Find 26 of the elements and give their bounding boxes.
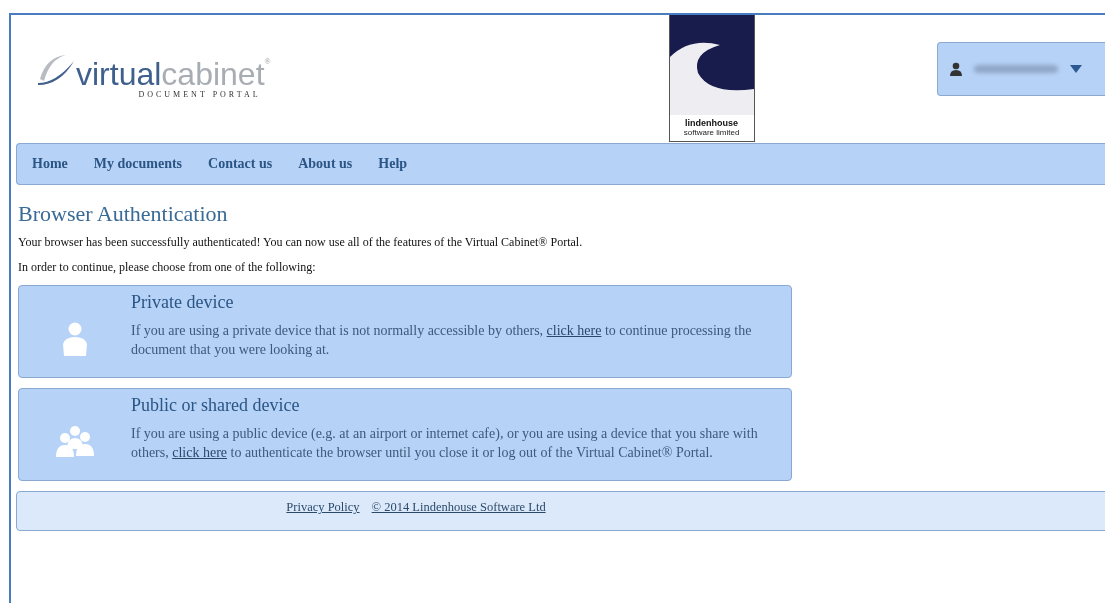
user-icon	[950, 62, 962, 76]
user-menu[interactable]	[937, 42, 1105, 96]
people-icon	[55, 424, 95, 459]
partner-logo: lindenhouse software limited	[668, 15, 755, 142]
footer-link[interactable]: Privacy Policy	[286, 500, 360, 530]
nav-link[interactable]: About us	[298, 156, 353, 172]
option-title: Private device	[131, 292, 235, 313]
logo-tagline: DOCUMENT PORTAL	[138, 90, 261, 99]
logo-text: virtual	[76, 58, 162, 90]
logo-text: cabinet	[161, 58, 265, 90]
option-description: If you are using a public device (e.g. at an airport or internet cafe), or you are using a device that you share with others, click here to authenticate the browser until you close it or log out of the Virtual Cabinet® Portal.	[131, 425, 759, 462]
nav-link[interactable]: Home	[32, 156, 68, 172]
nav-link[interactable]: Help	[378, 156, 408, 172]
option-description: If you are using a private device that is not normally accessible by others, click here to continue processing the document that you were looking at.	[131, 322, 753, 359]
caret-icon	[1070, 65, 1082, 73]
paragraph: Your browser has been successfully authenticated! You can now use all of the features of the Virtual Cabinet® Portal.	[18, 235, 584, 250]
registered-mark: ®	[264, 58, 271, 66]
nav-link[interactable]: My documents	[93, 156, 183, 172]
paragraph: In order to continue, please choose from one of the following:	[18, 260, 317, 275]
page-title: Browser Authentication	[18, 201, 229, 227]
footer-link[interactable]: © 2014 Lindenhouse Software Ltd	[371, 500, 546, 530]
person-icon	[61, 321, 89, 356]
option-title: Public or shared device	[131, 395, 301, 416]
click-here-link[interactable]: click here	[546, 323, 602, 338]
nav-link[interactable]: Contact us	[208, 156, 273, 172]
click-here-link[interactable]: click here	[172, 445, 227, 460]
